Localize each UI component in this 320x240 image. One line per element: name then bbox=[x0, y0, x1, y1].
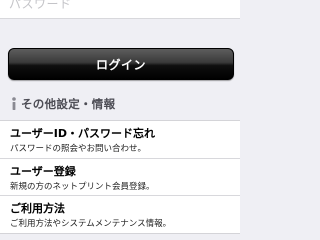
menu-item-description: 新規の方のネットプリント会員登録。 bbox=[10, 182, 155, 192]
menu-item-forgot-id-password[interactable]: ユーザーID・パスワード忘れ パスワードの照会やお問い合わせ。 bbox=[0, 121, 240, 158]
password-field-label: パスワード bbox=[9, 0, 72, 11]
menu-list: ユーザーID・パスワード忘れ パスワードの照会やお問い合わせ。 ユーザー登録 新… bbox=[0, 120, 240, 234]
menu-item-description: ご利用方法やシステムメンテナンス情報。 bbox=[10, 219, 172, 229]
section-header: その他設定・情報 bbox=[10, 96, 115, 112]
menu-item-title: ユーザー登録 bbox=[10, 165, 76, 178]
login-button-label: ログイン bbox=[95, 58, 146, 72]
section-title: その他設定・情報 bbox=[21, 97, 116, 111]
info-icon bbox=[12, 97, 16, 110]
menu-item-title: ユーザーID・パスワード忘れ bbox=[10, 127, 156, 140]
menu-item-how-to-use[interactable]: ご利用方法 ご利用方法やシステムメンテナンス情報。 bbox=[0, 196, 240, 233]
menu-item-title: ご利用方法 bbox=[10, 202, 65, 215]
menu-item-description: パスワードの照会やお問い合わせ。 bbox=[10, 144, 147, 154]
login-button[interactable]: ログイン bbox=[8, 48, 234, 80]
screen: パスワード ログイン その他設定・情報 ユーザーID・パスワード忘れ パスワード… bbox=[0, 0, 240, 240]
menu-item-user-registration[interactable]: ユーザー登録 新規の方のネットプリント会員登録。 bbox=[0, 159, 240, 196]
password-field[interactable]: パスワード bbox=[0, 0, 240, 19]
